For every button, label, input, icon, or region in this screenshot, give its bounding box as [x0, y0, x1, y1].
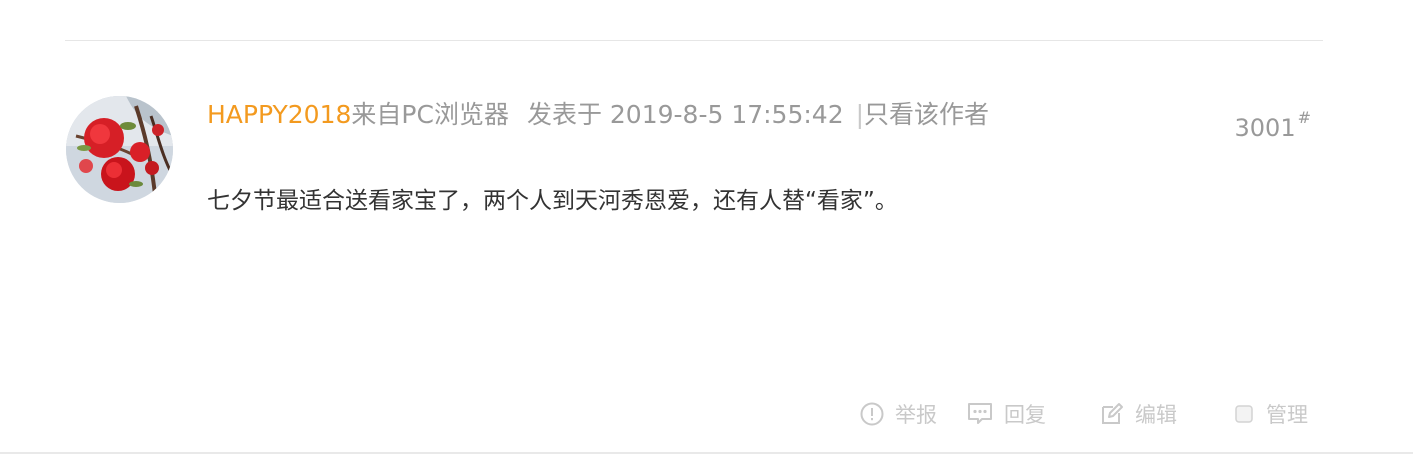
post-meta: HAPPY2018来自PC浏览器 发表于 2019-8-5 17:55:42 |只看… [207, 98, 989, 132]
only-author-link[interactable]: 只看该作者 [864, 100, 989, 129]
avatar-image [66, 96, 173, 203]
checkbox-icon [1233, 403, 1255, 425]
report-label: 举报 [895, 403, 937, 427]
reply-label: 回复 [1004, 403, 1046, 427]
forum-post: HAPPY2018来自PC浏览器 发表于 2019-8-5 17:55:42 |只看… [0, 0, 1413, 461]
top-divider [65, 40, 1323, 41]
meta-divider: | [855, 100, 865, 129]
post-source: 来自PC浏览器 [351, 100, 509, 129]
post-timestamp: 发表于 2019-8-5 17:55:42 [526, 100, 844, 129]
post-content: 七夕节最适合送看家宝了，两个人到天河秀恩爱，还有人替“看家”。 [207, 188, 898, 214]
comment-icon [967, 402, 993, 426]
edit-button[interactable]: 编辑 [1100, 398, 1177, 430]
avatar[interactable] [66, 96, 173, 203]
floor-suffix: # [1297, 108, 1311, 127]
manage-label: 管理 [1266, 403, 1308, 427]
floor-number: 3001 # [1234, 108, 1311, 142]
alert-circle-icon [860, 402, 884, 426]
report-button[interactable]: 举报 [860, 398, 937, 430]
edit-label: 编辑 [1135, 403, 1177, 427]
username-link[interactable]: HAPPY2018 [207, 100, 351, 129]
floor-number-value: 3001 [1234, 114, 1296, 142]
manage-button[interactable]: 管理 [1233, 398, 1308, 430]
edit-icon [1100, 402, 1124, 426]
bottom-divider [0, 452, 1413, 454]
reply-button[interactable]: 回复 [967, 398, 1046, 430]
